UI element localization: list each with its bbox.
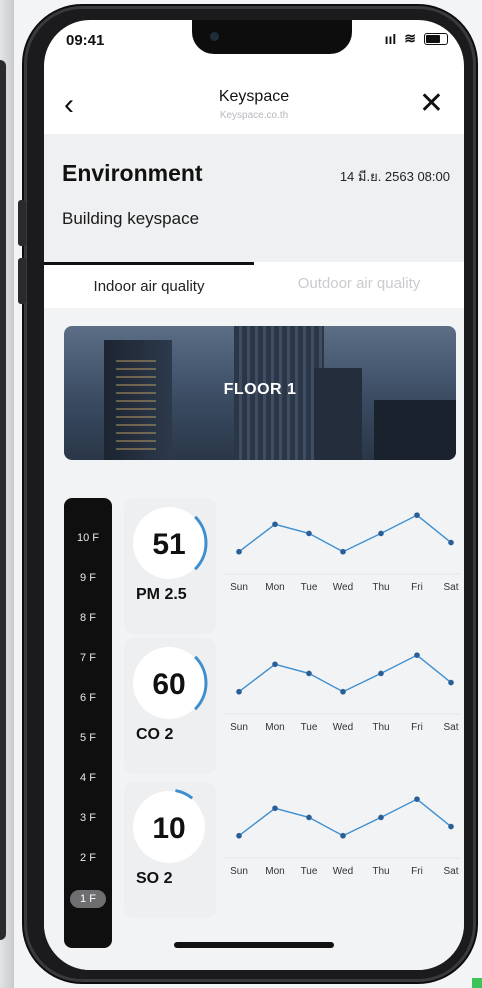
day-label: Wed <box>332 722 354 733</box>
metric-label: PM 2.5 <box>136 586 187 603</box>
tab-bar: Indoor air quality Outdoor air quality <box>44 262 464 308</box>
content-area: FLOOR 1 10 F9 F8 F7 F6 F5 F4 F3 F2 F1 F … <box>44 308 464 970</box>
close-icon[interactable]: ✕ <box>419 89 444 119</box>
trend-line <box>238 514 452 553</box>
tab-indoor-air-quality[interactable]: Indoor air quality <box>44 262 254 308</box>
trend-point <box>272 805 278 812</box>
trend-line <box>238 798 452 837</box>
trend-point <box>378 530 384 537</box>
day-label: Mon <box>265 722 285 733</box>
day-label: Sun <box>230 722 248 733</box>
metric-value: 10 <box>152 812 186 845</box>
day-label: Thu <box>372 722 390 733</box>
day-label: Tue <box>300 722 318 733</box>
trend-point <box>414 512 420 518</box>
trend-point <box>448 539 454 546</box>
floor-item[interactable]: 4 F <box>64 772 112 784</box>
floor-item[interactable]: 1 F <box>70 890 106 908</box>
day-label: Sat <box>443 866 459 877</box>
trend-point <box>236 548 242 555</box>
trend-point <box>236 688 242 695</box>
trend-point <box>340 688 346 695</box>
floor-banner[interactable]: FLOOR 1 <box>64 326 456 460</box>
trend-point <box>414 796 420 802</box>
floor-item[interactable]: 9 F <box>64 572 112 584</box>
metric-value: 60 <box>152 668 186 701</box>
floor-item[interactable]: 10 F <box>64 532 112 544</box>
day-label: Mon <box>265 866 285 877</box>
adjacent-device-edge <box>0 0 14 988</box>
floor-item[interactable]: 2 F <box>64 852 112 864</box>
trend-point <box>306 670 312 677</box>
floor-item[interactable]: 7 F <box>64 652 112 664</box>
volume-up-button <box>18 200 26 246</box>
nav-bar: ‹ Keyspace Keyspace.co.th ✕ <box>44 76 464 136</box>
metric-label: SO 2 <box>136 870 173 887</box>
trend-point <box>236 832 242 839</box>
app-subtitle: Keyspace.co.th <box>219 110 289 121</box>
trend-point <box>448 823 454 830</box>
window-lights <box>116 354 156 450</box>
trend-point <box>340 832 346 839</box>
day-label: Sat <box>443 582 459 593</box>
app-title: Keyspace <box>218 88 290 105</box>
wifi-icon: ≋ <box>404 30 416 46</box>
day-label: Tue <box>300 582 318 593</box>
status-icons: ııl ≋ <box>385 30 448 47</box>
battery-icon <box>424 32 448 45</box>
trend-chart <box>224 512 460 575</box>
signal-icon: ııl <box>384 30 397 47</box>
corner-mark <box>472 978 482 988</box>
metric-card[interactable]: 10 SO 2 <box>124 782 216 918</box>
status-time: 09:41 <box>66 32 105 49</box>
tab-outdoor-air-quality[interactable]: Outdoor air quality <box>254 262 464 308</box>
trend-point <box>414 652 420 658</box>
floor-item[interactable]: 6 F <box>64 692 112 704</box>
trend-point <box>272 661 278 668</box>
metric-card[interactable]: 51 PM 2.5 <box>124 498 216 634</box>
day-label: Fri <box>411 866 423 877</box>
day-label: Sun <box>230 866 248 877</box>
metric-card[interactable]: 60 CO 2 <box>124 638 216 774</box>
trend-point <box>306 814 312 821</box>
day-axis: Sun Mon Tue Wed Thu Fri Sat <box>224 722 460 736</box>
trend-point <box>272 521 278 528</box>
floor-item[interactable]: 5 F <box>64 732 112 744</box>
phone-screen: 09:41 ııl ≋ ‹ Keyspace Keyspace.co.th ✕ … <box>44 20 464 970</box>
floor-item[interactable]: 3 F <box>64 812 112 824</box>
building-image <box>374 400 456 460</box>
trend-point <box>340 548 346 555</box>
metric-label: CO 2 <box>136 726 174 743</box>
day-axis: Sun Mon Tue Wed Thu Fri Sat <box>224 866 460 880</box>
day-label: Wed <box>332 582 354 593</box>
volume-down-button <box>18 258 26 304</box>
day-label: Fri <box>411 722 423 733</box>
trend-chart <box>224 796 460 859</box>
day-label: Wed <box>332 866 354 877</box>
day-axis: Sun Mon Tue Wed Thu Fri Sat <box>224 582 460 596</box>
trend-point <box>306 530 312 537</box>
home-indicator[interactable] <box>174 942 334 948</box>
building-name: Building keyspace <box>62 209 200 228</box>
floor-item[interactable]: 8 F <box>64 612 112 624</box>
floor-selector: 10 F 9 F 8 F 7 F 6 F 5 F 4 F 3 F 2 F 1 F <box>64 498 112 948</box>
metric-value: 51 <box>152 528 186 561</box>
environment-header: Environment 14 มี.ย. 2563 08:00 Building… <box>44 134 464 262</box>
page-title: Environment <box>62 160 203 186</box>
day-label: Sat <box>443 722 459 733</box>
timestamp: 14 มี.ย. 2563 08:00 <box>339 169 450 184</box>
notch <box>192 20 352 54</box>
day-label: Thu <box>372 866 390 877</box>
trend-chart <box>224 652 460 715</box>
day-label: Thu <box>372 582 390 593</box>
day-label: Fri <box>411 582 423 593</box>
day-label: Tue <box>300 866 318 877</box>
trend-line <box>238 654 452 693</box>
trend-point <box>378 670 384 677</box>
day-label: Mon <box>265 582 285 593</box>
banner-label: FLOOR 1 <box>223 381 297 398</box>
trend-point <box>448 679 454 686</box>
trend-point <box>378 814 384 821</box>
day-label: Sun <box>230 582 248 593</box>
